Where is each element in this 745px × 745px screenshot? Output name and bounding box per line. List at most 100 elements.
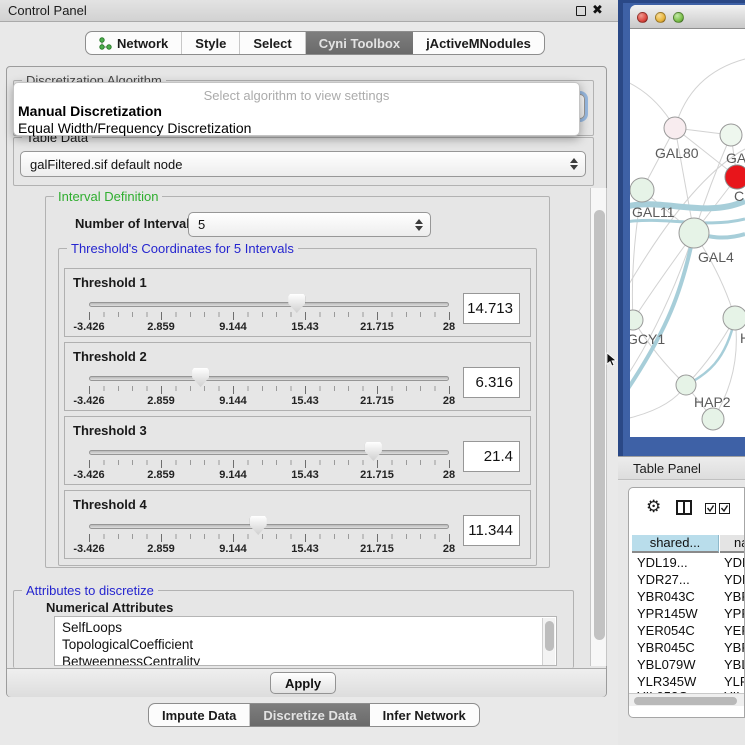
tab-infer-network[interactable]: Infer Network	[370, 704, 479, 726]
list-scrollbar[interactable]	[542, 618, 555, 666]
node-table: ⚙ shared... na YDL19...YDL1 YDR27...YDR2…	[628, 487, 745, 718]
table-row[interactable]: YBR045CYBR0	[629, 639, 744, 656]
node-gal80[interactable]	[664, 117, 686, 139]
algorithm-dropdown-popup: Select algorithm to view settings Manual…	[13, 82, 580, 136]
threshold-2-slider-thumb[interactable]	[192, 368, 209, 387]
apply-button[interactable]: Apply	[270, 672, 336, 694]
dropdown-hint: Select algorithm to view settings	[14, 88, 579, 103]
threshold-4-value-field[interactable]: 11.344	[463, 515, 520, 546]
network-window-titlebar[interactable]	[630, 5, 745, 29]
table-data-combobox[interactable]: galFiltered.sif default node	[20, 151, 586, 177]
node-gcy1[interactable]	[630, 310, 643, 330]
svg-text:GCY1: GCY1	[630, 331, 665, 347]
tick-label: 15.43	[291, 395, 319, 407]
panel-scrollbar[interactable]	[590, 188, 607, 666]
tick-label: 15.43	[291, 469, 319, 481]
numerical-attributes-label: Numerical Attributes	[46, 600, 173, 615]
threshold-2-label: Threshold 2	[73, 349, 147, 364]
close-icon[interactable]: ✖	[592, 2, 603, 18]
tab-style[interactable]: Style	[182, 32, 240, 54]
apply-strip: Apply	[7, 668, 606, 697]
table-data-value: galFiltered.sif default node	[30, 157, 182, 172]
node-gal11[interactable]	[630, 178, 654, 202]
tick-label: 9.144	[219, 321, 247, 333]
table-horizontal-scrollbar[interactable]	[629, 693, 745, 706]
tab-impute-data[interactable]: Impute Data	[149, 704, 250, 726]
select-columns-icon[interactable]	[705, 503, 731, 514]
tick-label: 2.859	[147, 395, 175, 407]
table-panel-title: Table Panel	[633, 461, 701, 476]
threshold-1-box: Threshold 1 -3.426 2.859 9.144 15.43 21.…	[64, 268, 531, 337]
table-row[interactable]: YDL19...YDL1	[629, 554, 744, 571]
network-canvas[interactable]: GAL80 GAL C GAL11 GAL4 GCY1 H HAP2	[630, 29, 745, 437]
attributes-group-title: Attributes to discretize	[22, 583, 158, 598]
tick-label: 9.144	[219, 543, 247, 555]
tab-discretize-data[interactable]: Discretize Data	[250, 704, 369, 726]
tick-label: 9.144	[219, 469, 247, 481]
num-intervals-combobox[interactable]: 5	[188, 212, 431, 237]
threshold-2-value-field[interactable]: 6.316	[463, 367, 520, 398]
table-panel-body: ⚙ shared... na YDL19...YDL1 YDR27...YDR2…	[618, 481, 745, 745]
network-window[interactable]: GAL80 GAL C GAL11 GAL4 GCY1 H HAP2	[630, 5, 745, 437]
column-header-shared-name[interactable]: shared...	[632, 535, 719, 553]
numerical-attributes-list[interactable]: SelfLoops TopologicalCoefficient Between…	[54, 616, 557, 666]
threshold-1-value-field[interactable]: 14.713	[463, 293, 520, 324]
threshold-2-slider-track[interactable]	[89, 376, 449, 381]
list-item[interactable]: TopologicalCoefficient	[62, 637, 193, 652]
table-row[interactable]: YPR145WYPR1	[629, 605, 744, 622]
threshold-4-slider-track[interactable]	[89, 524, 449, 529]
tab-network[interactable]: Network	[86, 32, 182, 54]
tab-select[interactable]: Select	[240, 32, 305, 54]
close-traffic-light-icon[interactable]	[637, 12, 648, 23]
threshold-4-slider-thumb[interactable]	[250, 516, 267, 535]
node-hap2[interactable]	[676, 375, 696, 395]
thresholds-group-title: Threshold's Coordinates for 5 Intervals	[67, 241, 298, 256]
tab-cyni-toolbox[interactable]: Cyni Toolbox	[306, 32, 413, 54]
node-h[interactable]	[723, 306, 745, 330]
float-window-icon[interactable]	[576, 6, 586, 16]
threshold-1-slider-thumb[interactable]	[288, 294, 305, 313]
scrollbar-thumb[interactable]	[634, 697, 737, 705]
table-row[interactable]: YBL079WYBL0	[629, 656, 744, 673]
list-item[interactable]: BetweennessCentrality	[62, 654, 200, 666]
tick-label: 28	[443, 469, 455, 481]
table-panel-titlebar: Table Panel	[618, 456, 745, 480]
table-row[interactable]: YER054CYER0	[629, 622, 744, 639]
scrollbar-thumb[interactable]	[594, 210, 605, 640]
threshold-3-slider-track[interactable]	[89, 450, 449, 455]
bottom-tabs: Impute Data Discretize Data Infer Networ…	[148, 703, 480, 727]
tick-label: 28	[443, 395, 455, 407]
table-row[interactable]: YBR043CYBR0	[629, 588, 744, 605]
list-item[interactable]: SelfLoops	[62, 620, 122, 635]
tick-label: -3.426	[73, 469, 104, 481]
tick-label: -3.426	[73, 321, 104, 333]
tick-label: -3.426	[73, 543, 104, 555]
num-intervals-value: 5	[198, 217, 205, 232]
gear-icon[interactable]: ⚙	[646, 497, 661, 517]
tab-jactivemnodules[interactable]: jActiveMNodules	[413, 32, 544, 54]
svg-text:GAL: GAL	[726, 150, 745, 166]
split-columns-icon[interactable]	[676, 500, 692, 515]
tick-label: -3.426	[73, 395, 104, 407]
tick-label: 9.144	[219, 395, 247, 407]
control-panel-title: Control Panel	[8, 3, 87, 18]
node-gal4[interactable]	[679, 218, 709, 248]
threshold-1-slider-track[interactable]	[89, 302, 449, 307]
threshold-3-label: Threshold 3	[73, 423, 147, 438]
zoom-traffic-light-icon[interactable]	[673, 12, 684, 23]
threshold-3-slider-thumb[interactable]	[365, 442, 382, 461]
minimize-traffic-light-icon[interactable]	[655, 12, 666, 23]
table-row[interactable]: YDR27...YDR2	[629, 571, 744, 588]
dropdown-option-equal-width-frequency[interactable]: Equal Width/Frequency Discretization	[18, 120, 251, 136]
node-gal[interactable]	[720, 124, 742, 146]
svg-text:HAP2: HAP2	[694, 394, 731, 410]
column-header-name[interactable]: na	[720, 535, 745, 553]
network-icon	[99, 37, 112, 50]
dropdown-option-manual-discretization[interactable]: Manual Discretization	[18, 103, 162, 119]
threshold-3-value-field[interactable]: 21.4	[463, 441, 520, 472]
threshold-1-label: Threshold 1	[73, 275, 147, 290]
node-selected-red[interactable]	[725, 165, 745, 189]
tick-label: 28	[443, 543, 455, 555]
node-partial[interactable]	[702, 408, 724, 430]
threshold-3-box: Threshold 3 -3.426 2.859 9.144 15.43 21.…	[64, 416, 531, 485]
